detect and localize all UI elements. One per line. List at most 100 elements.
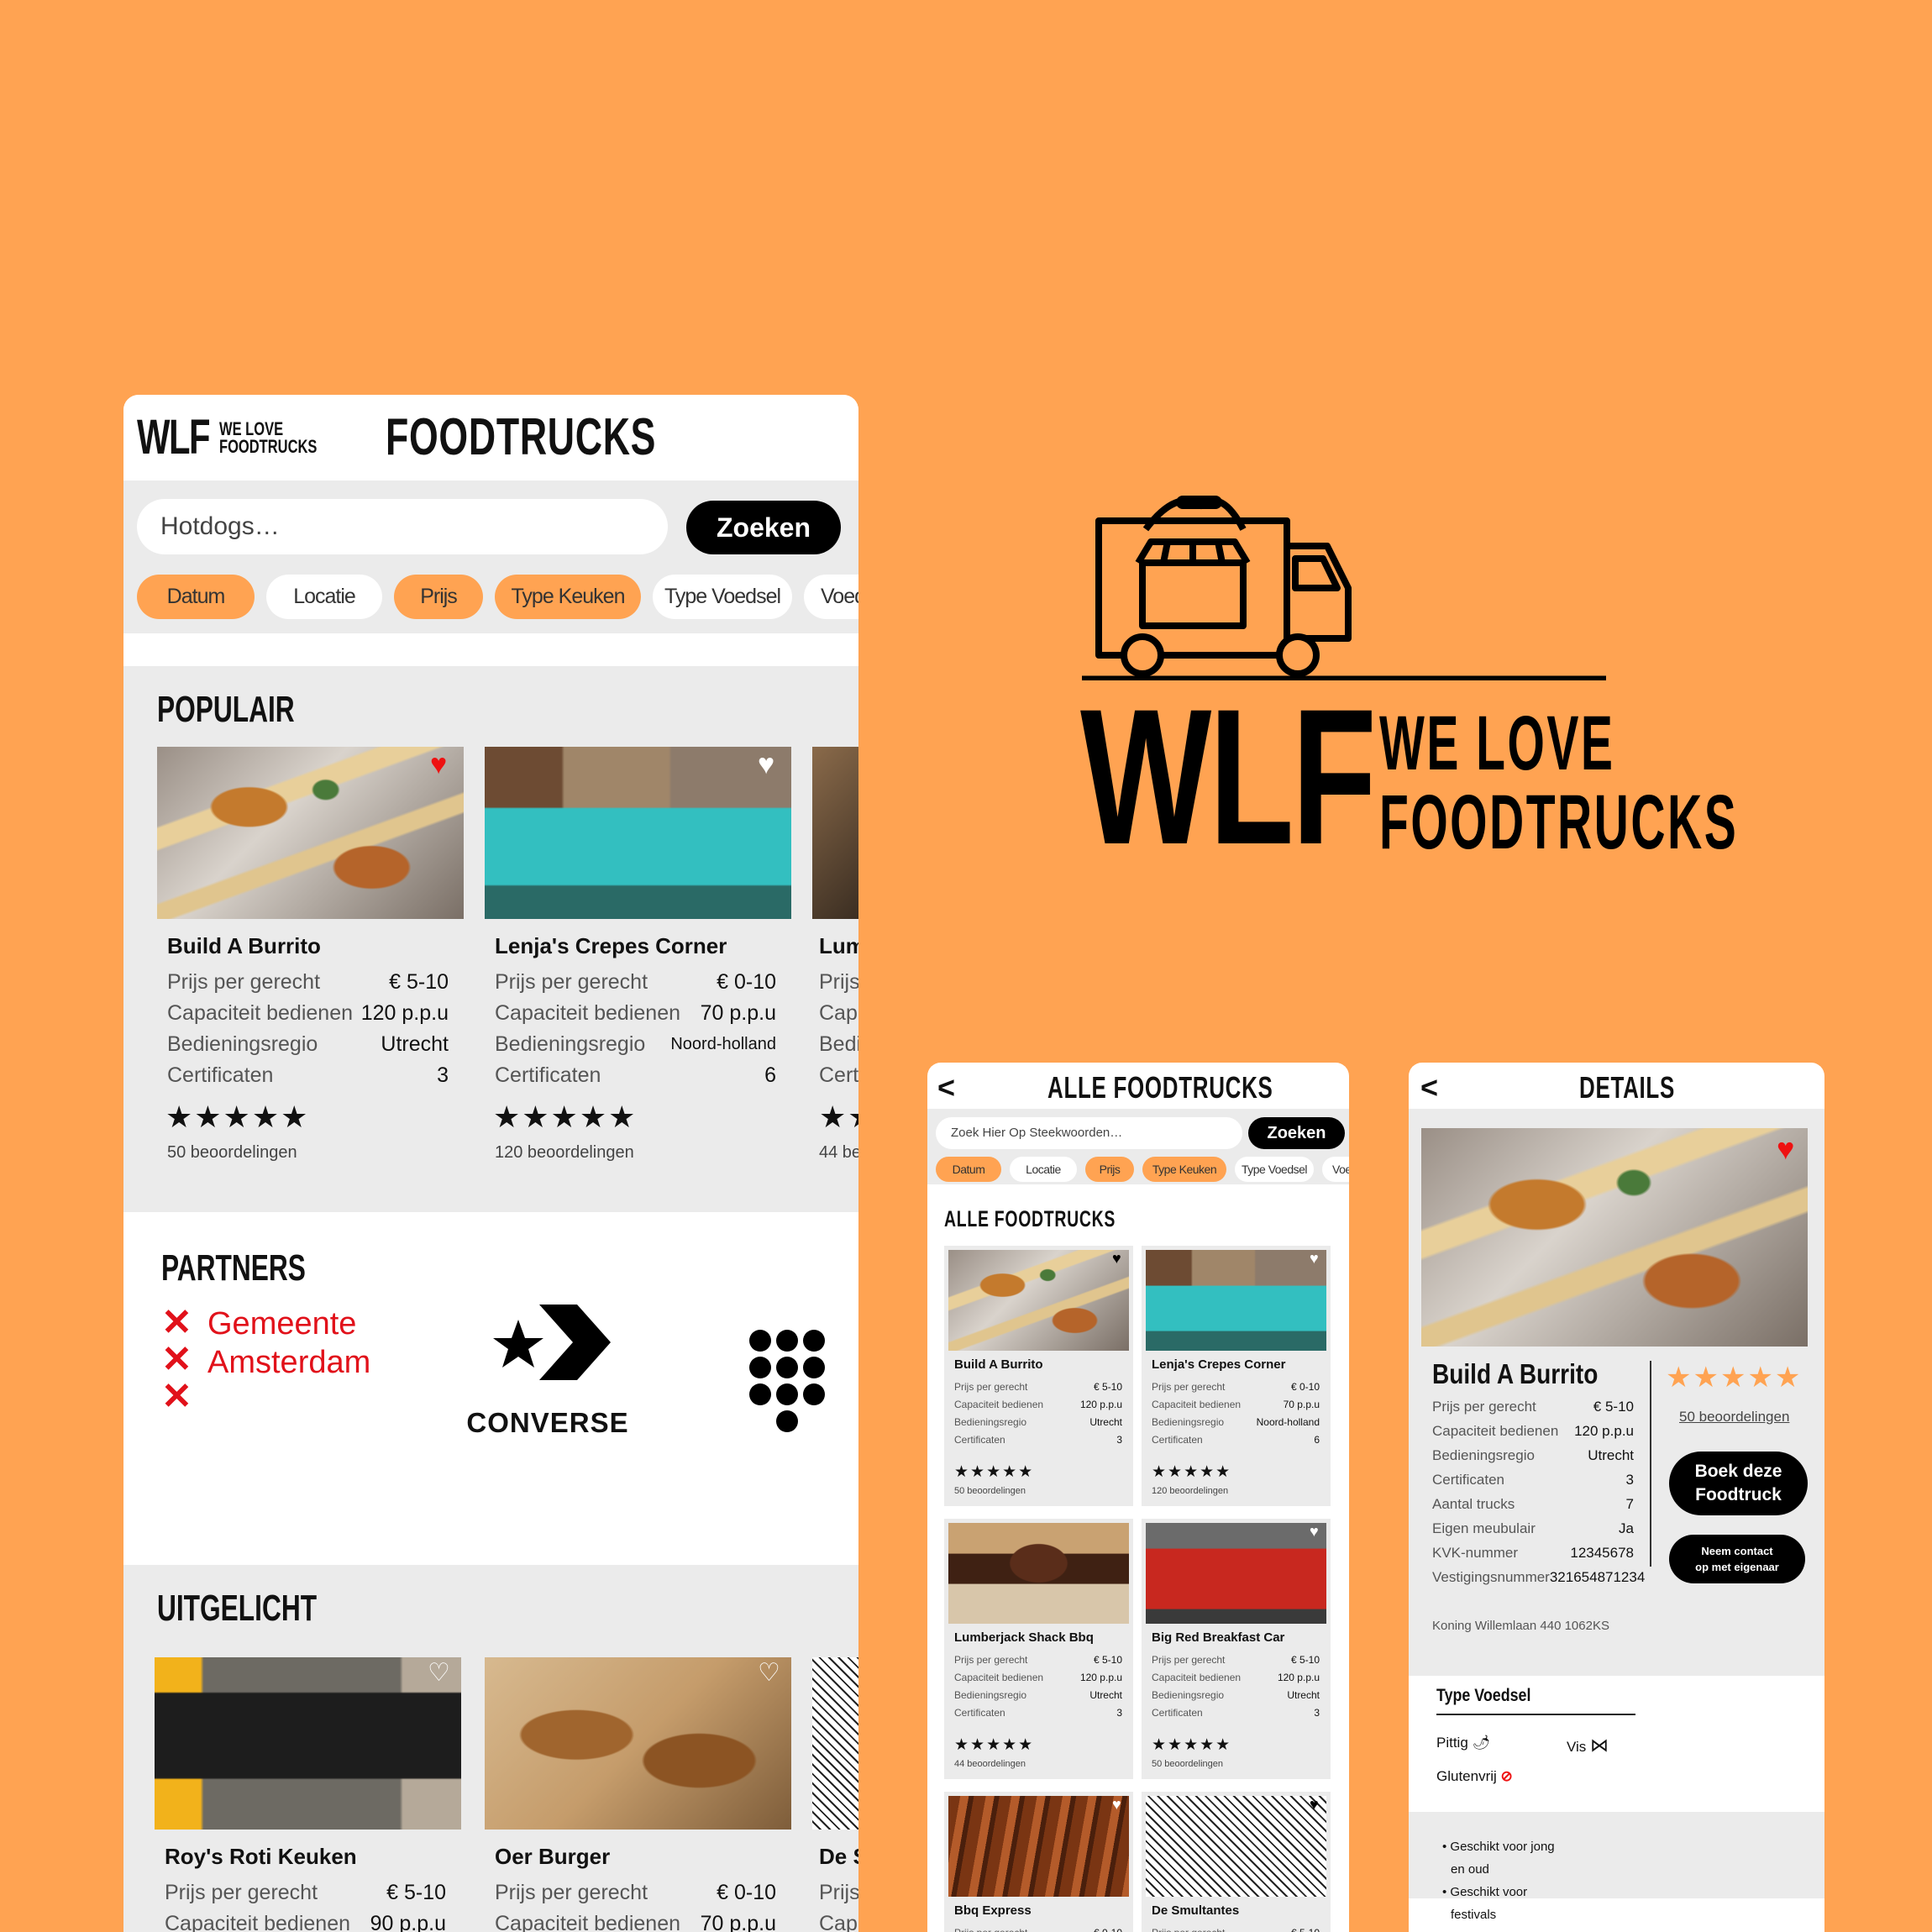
popular-title: POPULAIR [157, 689, 295, 730]
spec-label: Prijs per gerecht [1152, 1381, 1226, 1393]
filter-chips: Datum Locatie Prijs Type Keuken Type Voe… [137, 575, 858, 619]
spec-row: Capaciteit bedienen 120 p.p.u [167, 998, 449, 1029]
truck-card[interactable]: ♥ Build A Burrito Prijs per gerecht € 5-1… [944, 1246, 1133, 1506]
list-item: • Geschikt voor [1442, 1885, 1528, 1899]
truck-card[interactable]: ♥ Bbq Express Prijs per gerecht € 0-10 [944, 1792, 1133, 1932]
heart-icon[interactable]: ♥ [1112, 1251, 1121, 1266]
spec-label: Bedieningsregio [1152, 1416, 1225, 1428]
spec-row: Prijs per gerecht € 5-10 [1152, 1651, 1320, 1669]
truck-card[interactable]: De S Prijs Capac [812, 1657, 858, 1932]
truck-photo [155, 1657, 461, 1830]
spec-label: Bedie [819, 1032, 858, 1056]
dot [749, 1357, 771, 1378]
truck-card[interactable]: ♥ Big Red Breakfast Car Prijs per gerech… [1142, 1519, 1331, 1779]
spec-value: 6 [764, 1063, 776, 1087]
spec-value: 7 [1625, 1496, 1634, 1512]
heart-icon[interactable]: ♡ [758, 1661, 780, 1686]
back-arrow-icon[interactable]: < [937, 1073, 955, 1103]
truck-specs: Prijs Capac Bedie Certif [819, 967, 858, 1091]
search-input[interactable]: Hotdogs… [137, 499, 668, 554]
chili-icon: 🌶 [1472, 1735, 1491, 1751]
partner-gemeente-amsterdam[interactable]: ✕ ✕ ✕ Gemeente Amsterdam [161, 1305, 370, 1415]
all-foodtrucks-screen: < ALLE FOODTRUCKS Zoek Hier Op Steekwoor… [927, 1063, 1349, 1932]
review-count: 50 beoordelingen [954, 1486, 1026, 1496]
filter-chip-locatie[interactable]: Locatie [266, 575, 382, 619]
filter-chip-type-voedsel[interactable]: Type Voedsel [653, 575, 792, 619]
truck-card[interactable]: Lumberjack Shack Bbq Prijs per gerecht € … [944, 1519, 1133, 1779]
search-input[interactable]: Zoek Hier Op Steekwoorden… [936, 1117, 1242, 1149]
book-foodtruck-button[interactable]: Boek deze Foodtruck [1669, 1452, 1808, 1515]
filter-chip-prijs[interactable]: Prijs [1085, 1157, 1134, 1182]
truck-card[interactable]: ♥ Lenja's Crepes Corner Prijs per gerech… [485, 747, 791, 1184]
truck-card[interactable]: ♡ Roy's Roti Keuken Prijs per gerecht € 5… [155, 1657, 461, 1932]
heart-icon[interactable]: ♥ [430, 750, 447, 779]
button-line: op met eigenaar [1695, 1561, 1779, 1573]
filter-chip-datum[interactable]: Datum [936, 1157, 1001, 1182]
search-button[interactable]: Zoeken [686, 501, 841, 554]
logo-line2: FOODTRUCKS [1379, 780, 1739, 865]
heart-icon[interactable]: ♥ [758, 750, 774, 779]
partner-name: CONVERSE [466, 1407, 629, 1438]
filter-chip-type-voedsel[interactable]: Type Voedsel [1235, 1157, 1314, 1182]
spec-row: Capaciteit bedienen 70 p.p.u [495, 998, 776, 1029]
truck-photo [948, 1523, 1129, 1624]
truck-specs: Prijs per gerecht € 0-10 Capaciteit bedie… [495, 1877, 776, 1932]
spec-label: Prijs per gerecht [495, 1881, 648, 1904]
filter-chip-voedsel[interactable]: Voed [1322, 1157, 1349, 1182]
filter-chip-type-keuken[interactable]: Type Keuken [1142, 1157, 1226, 1182]
review-count: 50 beoordelingen [1152, 1759, 1224, 1769]
spec-label: Bedieningsregio [167, 1032, 318, 1056]
heart-icon[interactable]: ♥ [1310, 1524, 1319, 1539]
spec-value: € 5-10 [389, 970, 449, 994]
spec-row: Certificaten 6 [1152, 1431, 1320, 1449]
partner-dots-logo[interactable] [749, 1330, 825, 1432]
truck-specs: Prijs Capac [819, 1877, 858, 1932]
spec-row: Prijs per gerecht € 5-10 [1432, 1394, 1634, 1419]
spec-row: Prijs per gerecht € 5-10 [1152, 1924, 1320, 1932]
partner-converse[interactable]: CONVERSE [459, 1296, 636, 1439]
heart-icon[interactable]: ♥ [1310, 1251, 1319, 1266]
heart-icon[interactable]: ♥ [1112, 1797, 1121, 1812]
truck-card[interactable]: Lum Prijs Capac Bedie Certif ★★ 44 be [812, 747, 858, 1184]
spec-row: Prijs per gerecht € 5-10 [167, 967, 449, 998]
spec-label: Prijs per gerecht [954, 1381, 1028, 1393]
spec-value: 120 p.p.u [1277, 1672, 1320, 1683]
details-screen: < DETAILS ♥ Build A Burrito ★★★★★ 50 beo… [1409, 1063, 1824, 1932]
spec-label: Vestigingsnummer [1432, 1569, 1550, 1585]
truck-card[interactable]: ♥ Lenja's Crepes Corner Prijs per gerech… [1142, 1246, 1331, 1506]
search-button[interactable]: Zoeken [1248, 1117, 1345, 1149]
spec-label: Bedieningsregio [954, 1689, 1027, 1701]
contact-owner-button[interactable]: Neem contact op met eigenaar [1669, 1535, 1805, 1583]
filter-chip-locatie[interactable]: Locatie [1010, 1157, 1077, 1182]
heart-icon[interactable]: ♥ [1777, 1134, 1794, 1164]
spec-label: Capaciteit bedienen [167, 1001, 353, 1025]
wlf-logo: WLF WE LOVE FOODTRUCKS [1075, 496, 1736, 874]
food-type-pittig: Pittig 🌶 [1436, 1735, 1490, 1751]
truck-photo [1146, 1250, 1326, 1351]
spec-value: € 5-10 [386, 1881, 446, 1904]
truck-card[interactable]: ♥ De Smultantes Prijs per gerecht € 5-10 [1142, 1792, 1331, 1932]
filter-chip-type-keuken[interactable]: Type Keuken [495, 575, 641, 619]
dot [776, 1410, 798, 1432]
truck-photo [948, 1796, 1129, 1897]
wlf-logo-small[interactable]: WLF WE LOVE FOODTRUCKS [137, 413, 349, 462]
review-count[interactable]: 50 beoordelingen [167, 1143, 297, 1163]
review-count[interactable]: 120 beoordelingen [495, 1143, 634, 1163]
filter-chip-datum[interactable]: Datum [137, 575, 255, 619]
truck-card[interactable]: ♥ Build A Burrito Prijs per gerecht € 5-1… [157, 747, 464, 1184]
truck-name: Lumberjack Shack Bbq [954, 1630, 1094, 1645]
spec-value: 70 p.p.u [700, 1912, 776, 1932]
filter-chip-prijs[interactable]: Prijs [394, 575, 483, 619]
spec-row: Bedieningsregio Noord-holland [1152, 1414, 1320, 1431]
filter-chip-voedsel[interactable]: Voed [804, 575, 858, 619]
truck-card[interactable]: ♡ Oer Burger Prijs per gerecht € 0-10 Cap… [485, 1657, 791, 1932]
back-arrow-icon[interactable]: < [1420, 1073, 1438, 1103]
spec-row: Bedieningsregio Noord-holland [495, 1029, 776, 1060]
truck-specs: Prijs per gerecht € 5-10 Capaciteit bedie… [954, 1651, 1122, 1722]
review-count[interactable]: 50 beoordelingen [1679, 1409, 1789, 1425]
spec-value: Utrecht [1287, 1689, 1320, 1701]
heart-icon[interactable]: ♡ [428, 1661, 450, 1686]
rating-stars: ★★★★★ [165, 1100, 310, 1134]
heart-icon[interactable]: ♥ [1310, 1797, 1319, 1812]
spec-row: KVK-nummer 12345678 [1432, 1541, 1634, 1565]
